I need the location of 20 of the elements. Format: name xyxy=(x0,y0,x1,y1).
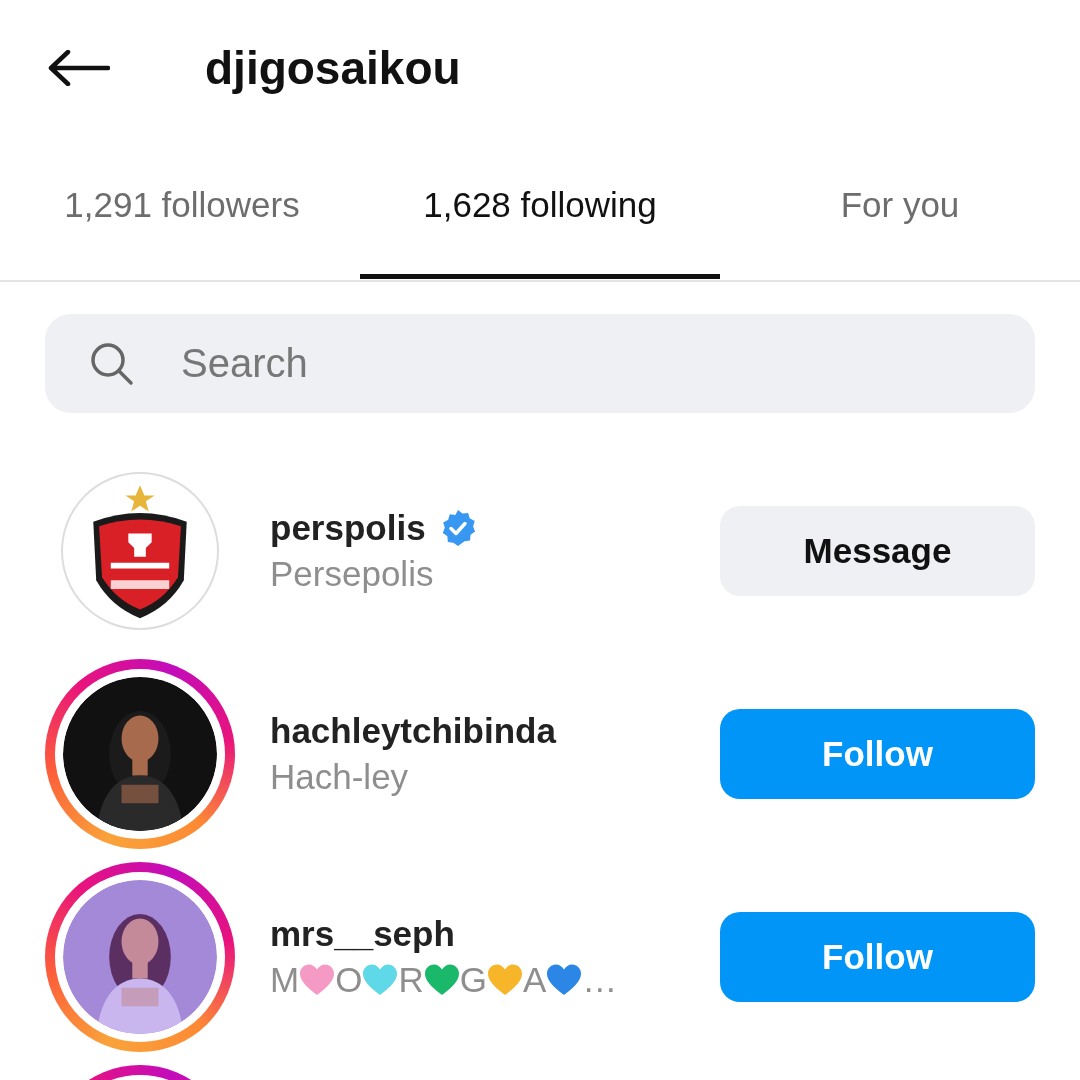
tab[interactable]: 1,291 followers xyxy=(48,135,316,279)
account-name: … xyxy=(582,959,618,1000)
account-username[interactable]: perspolis xyxy=(270,507,426,548)
search-bar[interactable]: Search xyxy=(45,314,1035,413)
account-name: G xyxy=(459,959,487,1000)
account-name: O xyxy=(335,959,363,1000)
account-name: Hach-ley xyxy=(270,756,409,797)
back-arrow-icon[interactable] xyxy=(48,49,110,86)
account-name: M xyxy=(270,959,300,1000)
tab[interactable]: For you xyxy=(780,135,1020,279)
search-field[interactable]: Search xyxy=(179,340,883,387)
account-username[interactable]: hachleytchibinda xyxy=(270,710,556,751)
tab[interactable]: 1,628 following xyxy=(360,135,720,279)
account-name: Persepolis xyxy=(270,553,434,594)
message-button[interactable]: Message xyxy=(720,505,1035,596)
account-name: A xyxy=(522,959,547,1000)
search-icon xyxy=(90,341,134,386)
account-username[interactable]: mrs__seph xyxy=(270,913,455,954)
account-name: R xyxy=(398,959,424,1000)
profile-username: djigosaikou xyxy=(205,40,461,95)
